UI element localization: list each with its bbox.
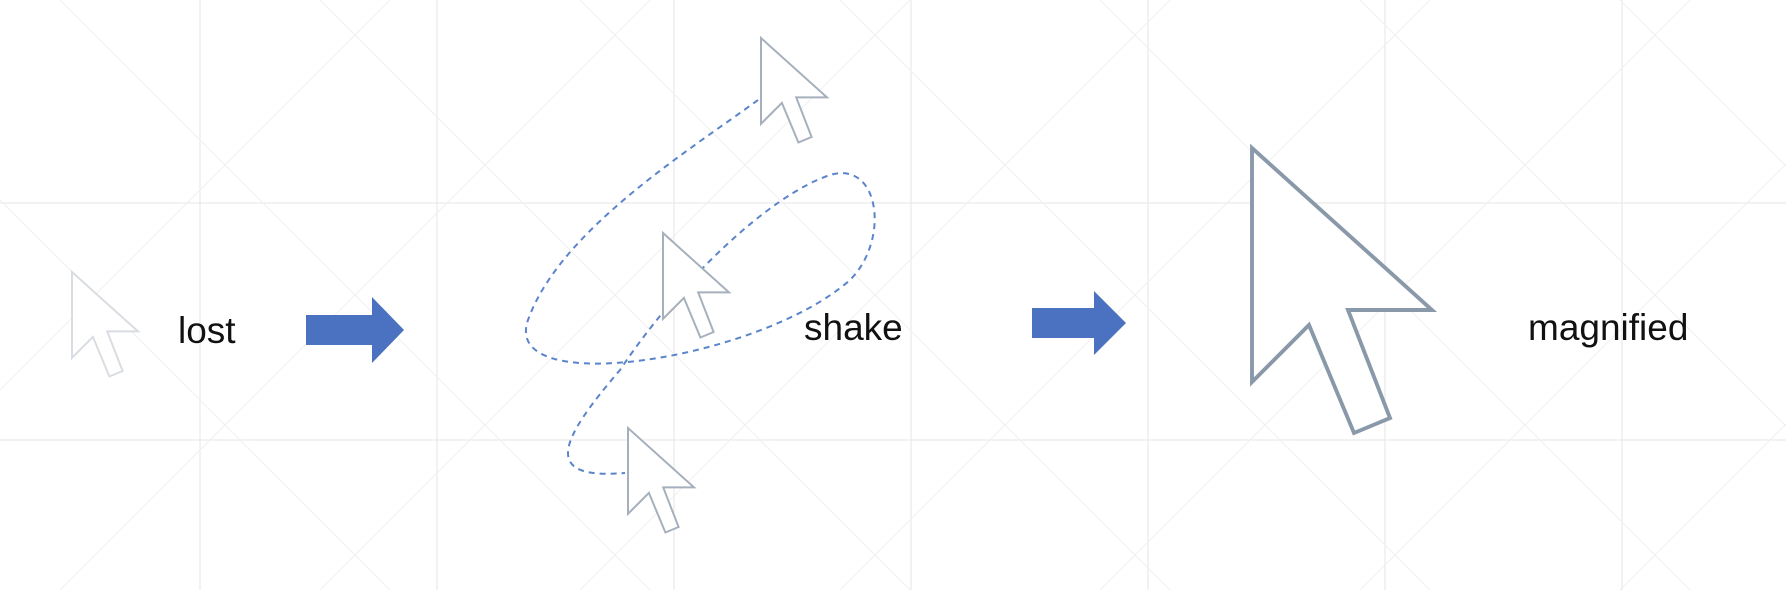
cursor-magnify-diagram: lost shake magnified (0, 0, 1786, 590)
magnified-label: magnified (1528, 307, 1688, 348)
right-arrow-icon (306, 297, 404, 363)
right-arrow-icon (1032, 291, 1126, 355)
shake-cursor-top-icon (760, 37, 828, 144)
shake-cursor-bottom-icon (627, 427, 695, 534)
background-grid (0, 0, 1786, 590)
shake-label: shake (804, 307, 903, 348)
lost-label: lost (178, 310, 236, 351)
lost-cursor-icon (71, 271, 139, 378)
shake-cursor-middle-icon (662, 232, 730, 339)
magnified-cursor-icon (1250, 146, 1434, 435)
background-diagonals (0, 0, 1786, 590)
